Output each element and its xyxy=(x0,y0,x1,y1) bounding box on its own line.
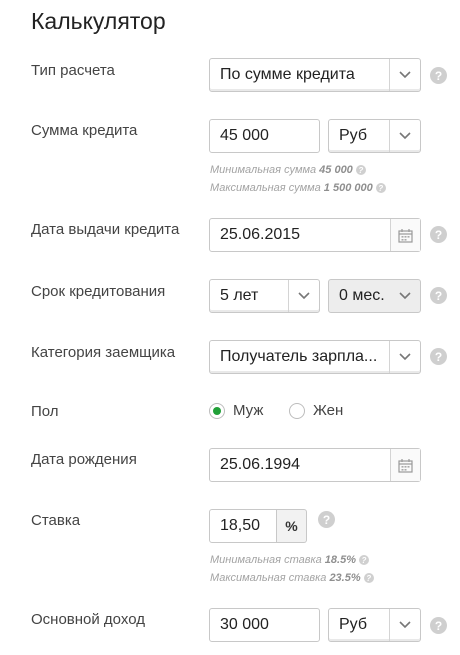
help-icon[interactable]: ? xyxy=(430,226,447,243)
loan-max-value: 1 500 000 xyxy=(323,182,373,194)
loan-amount-value: 45 000 xyxy=(220,127,269,144)
rate-unit: % xyxy=(277,509,307,543)
chevron-down-icon xyxy=(288,280,319,312)
rate-max-value: 23.5% xyxy=(329,572,361,584)
loan-min-hint: Минимальная сумма 45 000 ? xyxy=(210,164,366,176)
help-icon[interactable]: ? xyxy=(355,165,366,175)
loan-min-text: Минимальная сумма xyxy=(210,164,317,176)
radio-unchecked-icon[interactable] xyxy=(289,402,305,419)
help-icon[interactable]: ? xyxy=(430,348,447,365)
chevron-down-icon xyxy=(389,341,420,373)
borrower-category-label: Категория заемщика xyxy=(31,344,176,361)
rate-min-hint: Минимальная ставка 18.5% ? xyxy=(210,554,369,566)
help-icon[interactable]: ? xyxy=(430,67,447,84)
gender-label: Пол xyxy=(31,403,59,420)
page-title: Калькулятор xyxy=(31,8,166,34)
chevron-down-icon xyxy=(389,120,420,152)
help-icon[interactable]: ? xyxy=(359,555,369,565)
loan-amount-input[interactable]: 45 000 xyxy=(209,119,320,153)
income-label: Основной доход xyxy=(31,611,145,628)
calc-type-value: По сумме кредита xyxy=(220,66,355,83)
rate-max-hint: Максимальная ставка 23.5% ? xyxy=(210,572,374,584)
income-value: 30 000 xyxy=(220,616,269,633)
issue-date-input[interactable]: 25.06.2015 xyxy=(209,218,421,252)
loan-currency-select[interactable]: Руб xyxy=(328,119,421,153)
help-icon[interactable]: ? xyxy=(430,617,447,634)
chevron-down-icon xyxy=(389,59,420,91)
loan-max-hint: Максимальная сумма 1 500 000 ? xyxy=(210,182,386,194)
issue-date-label: Дата выдачи кредита xyxy=(31,221,180,238)
loan-min-value: 45 000 xyxy=(319,164,353,176)
loan-amount-label: Сумма кредита xyxy=(31,122,138,139)
calc-type-label: Тип расчета xyxy=(31,62,115,79)
chevron-down-icon xyxy=(389,280,420,312)
help-icon[interactable]: ? xyxy=(363,573,374,583)
rate-min-text: Минимальная ставка xyxy=(210,554,322,566)
gender-male-label: Муж xyxy=(233,402,264,419)
rate-label: Ставка xyxy=(31,512,81,529)
loan-max-text: Максимальная сумма xyxy=(210,182,321,194)
help-icon[interactable]: ? xyxy=(430,287,447,304)
calendar-icon[interactable] xyxy=(390,219,420,251)
term-months-value: 0 мес. xyxy=(339,287,385,304)
loan-currency-value: Руб xyxy=(339,127,368,144)
term-label: Срок кредитования xyxy=(31,283,166,300)
rate-min-value: 18.5% xyxy=(324,554,356,566)
birth-date-value: 25.06.1994 xyxy=(220,456,301,473)
rate-input[interactable]: 18,50 xyxy=(209,509,277,543)
birth-date-input[interactable]: 25.06.1994 xyxy=(209,448,421,482)
rate-max-text: Максимальная ставка xyxy=(210,572,327,584)
help-icon[interactable]: ? xyxy=(375,183,386,193)
borrower-category-value: Получатель зарпла... xyxy=(220,348,378,365)
help-icon[interactable]: ? xyxy=(318,511,335,528)
gender-female-radio[interactable]: Жен xyxy=(289,402,343,419)
birth-date-label: Дата рождения xyxy=(31,451,137,468)
calendar-icon[interactable] xyxy=(390,449,420,481)
term-months-select[interactable]: 0 мес. xyxy=(328,279,421,313)
income-input[interactable]: 30 000 xyxy=(209,608,320,642)
borrower-category-select[interactable]: Получатель зарпла... xyxy=(209,340,421,374)
gender-male-radio[interactable]: Муж xyxy=(209,402,263,419)
calc-type-select[interactable]: По сумме кредита xyxy=(209,58,421,92)
term-years-value: 5 лет xyxy=(220,287,259,304)
issue-date-value: 25.06.2015 xyxy=(220,226,301,243)
rate-value: 18,50 xyxy=(220,517,261,534)
term-years-select[interactable]: 5 лет xyxy=(209,279,320,313)
income-currency-value: Руб xyxy=(339,616,368,633)
gender-female-label: Жен xyxy=(313,402,344,419)
income-currency-select[interactable]: Руб xyxy=(328,608,421,642)
radio-checked-icon[interactable] xyxy=(209,402,225,419)
chevron-down-icon xyxy=(389,609,420,641)
